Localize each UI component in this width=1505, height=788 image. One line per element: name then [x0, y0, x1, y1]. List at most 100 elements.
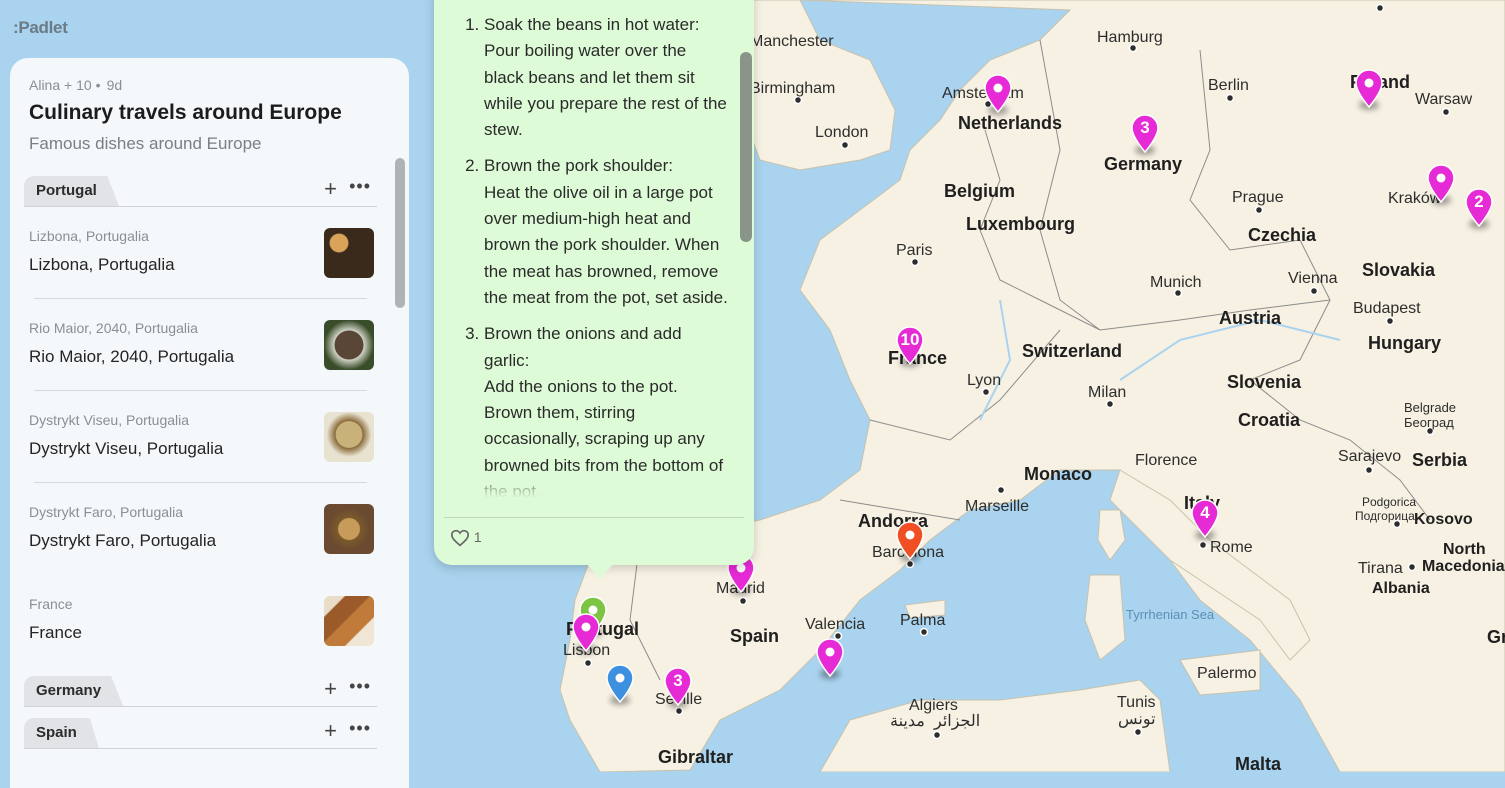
- board-meta: Alina + 10 • 9d: [29, 77, 123, 93]
- city-label: Rome: [1210, 539, 1253, 556]
- post-item[interactable]: Dystrykt Viseu, Portugalia Dystrykt Vise…: [29, 412, 374, 492]
- map-pin[interactable]: [571, 612, 601, 654]
- section-germany: Germany + •••: [24, 676, 377, 707]
- post-location: France: [29, 596, 73, 612]
- sidebar: Alina + 10 • 9d Culinary travels around Eu…: [10, 58, 409, 788]
- more-options-icon[interactable]: •••: [349, 176, 371, 197]
- map-pin[interactable]: [895, 520, 925, 562]
- step-heading: Brown the onions and add garlic:: [484, 324, 682, 370]
- city-label: Birmingham: [750, 80, 835, 97]
- city-label: مدينة: [890, 713, 925, 730]
- map-pin[interactable]: 10: [895, 325, 925, 367]
- city-label: Vienna: [1288, 270, 1338, 287]
- like-button[interactable]: 1: [450, 529, 482, 547]
- country-label: Croatia: [1238, 410, 1301, 430]
- city-label: Marseille: [965, 498, 1029, 515]
- recipe-step: Soak the beans in hot water: Pour boiling…: [484, 12, 729, 143]
- post-detail-card[interactable]: Soak the beans in hot water: Pour boiling…: [434, 0, 754, 579]
- map-pin[interactable]: [1354, 68, 1384, 110]
- city-label: Tunis: [1117, 694, 1156, 711]
- country-label: Netherlands: [958, 113, 1062, 133]
- country-label: North: [1443, 541, 1486, 558]
- country-label: Hungary: [1368, 333, 1441, 353]
- map-pin[interactable]: 4: [1190, 498, 1220, 540]
- city-label: Београд: [1404, 415, 1454, 430]
- section-spain: Spain + •••: [24, 718, 377, 749]
- map-pin[interactable]: [605, 663, 635, 705]
- country-label: Greece: [1487, 627, 1505, 647]
- add-post-icon[interactable]: +: [324, 720, 337, 742]
- map-pin[interactable]: 3: [663, 666, 693, 708]
- post-thumbnail: [324, 504, 374, 554]
- post-item[interactable]: Dystrykt Faro, Portugalia Dystrykt Faro,…: [29, 504, 374, 584]
- step-heading: Brown the pork shoulder:: [484, 156, 673, 176]
- post-location: Dystrykt Faro, Portugalia: [29, 504, 184, 520]
- country-label: Slovenia: [1227, 372, 1302, 392]
- city-label: Berlin: [1208, 77, 1249, 94]
- country-label: Austria: [1219, 308, 1282, 328]
- pin-count: 3: [1140, 118, 1150, 137]
- post-item[interactable]: Lizbona, Portugalia Lizbona, Portugalia: [29, 228, 374, 308]
- post-title: France: [29, 623, 82, 642]
- more-options-icon[interactable]: •••: [349, 676, 371, 697]
- map-pin[interactable]: [1426, 163, 1456, 205]
- post-item[interactable]: Rio Maior, 2040, Portugalia Rio Maior, 2…: [29, 320, 374, 400]
- city-label: Warsaw: [1415, 91, 1473, 108]
- city-label: Munich: [1150, 274, 1202, 291]
- map-pin[interactable]: 2: [1464, 187, 1494, 229]
- country-label: Serbia: [1412, 450, 1468, 470]
- post-title: Dystrykt Viseu, Portugalia: [29, 439, 224, 458]
- heart-icon: [450, 530, 470, 547]
- padlet-logo[interactable]: :Padlet: [13, 18, 68, 38]
- city-label: Sarajevo: [1338, 448, 1401, 465]
- pin-count: 2: [1474, 192, 1484, 211]
- country-label: Macedonia: [1422, 558, 1505, 575]
- country-label: Kosovo: [1414, 511, 1473, 528]
- step-heading: Soak the beans in hot water:: [484, 15, 700, 34]
- sidebar-scrollbar[interactable]: [395, 158, 405, 308]
- city-label: Tirana: [1358, 560, 1403, 577]
- section-label[interactable]: Spain: [24, 718, 99, 748]
- city-label: Manchester: [750, 33, 834, 50]
- post-title: Dystrykt Faro, Portugalia: [29, 531, 217, 550]
- post-thumbnail: [324, 228, 374, 278]
- add-post-icon[interactable]: +: [324, 678, 337, 700]
- country-label: Gibraltar: [658, 747, 733, 767]
- post-body: Soak the beans in hot water: Pour boiling…: [454, 0, 729, 498]
- post-title: Lizbona, Portugalia: [29, 255, 175, 274]
- post-item[interactable]: France France: [29, 596, 374, 676]
- city-label: Valencia: [805, 616, 865, 633]
- country-label: Germany: [1104, 154, 1182, 174]
- city-label: الجزائر: [933, 713, 980, 730]
- country-label: Belgium: [944, 181, 1015, 201]
- country-label: Czechia: [1248, 225, 1317, 245]
- city-label: Podgorica: [1362, 495, 1416, 509]
- city-label: Florence: [1135, 452, 1197, 469]
- city-label: Palma: [900, 612, 945, 629]
- map-pin[interactable]: [815, 637, 845, 679]
- country-label: Luxembourg: [966, 214, 1075, 234]
- city-label: Подгорица: [1355, 509, 1415, 523]
- section-label[interactable]: Portugal: [24, 176, 119, 206]
- step-text: Heat the olive oil in a large pot over m…: [484, 182, 728, 307]
- map-pin[interactable]: 3: [1130, 113, 1160, 155]
- post-location: Rio Maior, 2040, Portugalia: [29, 320, 198, 336]
- city-label: Belgrade: [1404, 400, 1456, 415]
- map-pin[interactable]: [983, 73, 1013, 115]
- like-count: 1: [473, 529, 482, 545]
- pin-count: 10: [900, 330, 920, 349]
- card-scrollbar[interactable]: [740, 52, 752, 242]
- board-title: Culinary travels around Europe: [29, 101, 342, 124]
- city-label: Lyon: [967, 372, 1001, 389]
- add-post-icon[interactable]: +: [324, 178, 337, 200]
- city-label: Hamburg: [1097, 29, 1163, 46]
- section-label[interactable]: Germany: [24, 676, 124, 706]
- city-label: Paris: [896, 242, 932, 259]
- more-options-icon[interactable]: •••: [349, 718, 371, 739]
- post-thumbnail: [324, 596, 374, 646]
- sea-label: Tyrrhenian Sea: [1126, 607, 1215, 622]
- country-label: Malta: [1235, 754, 1282, 772]
- city-label: Milan: [1088, 384, 1126, 401]
- city-label: Budapest: [1353, 300, 1421, 317]
- city-label: Algiers: [909, 697, 958, 714]
